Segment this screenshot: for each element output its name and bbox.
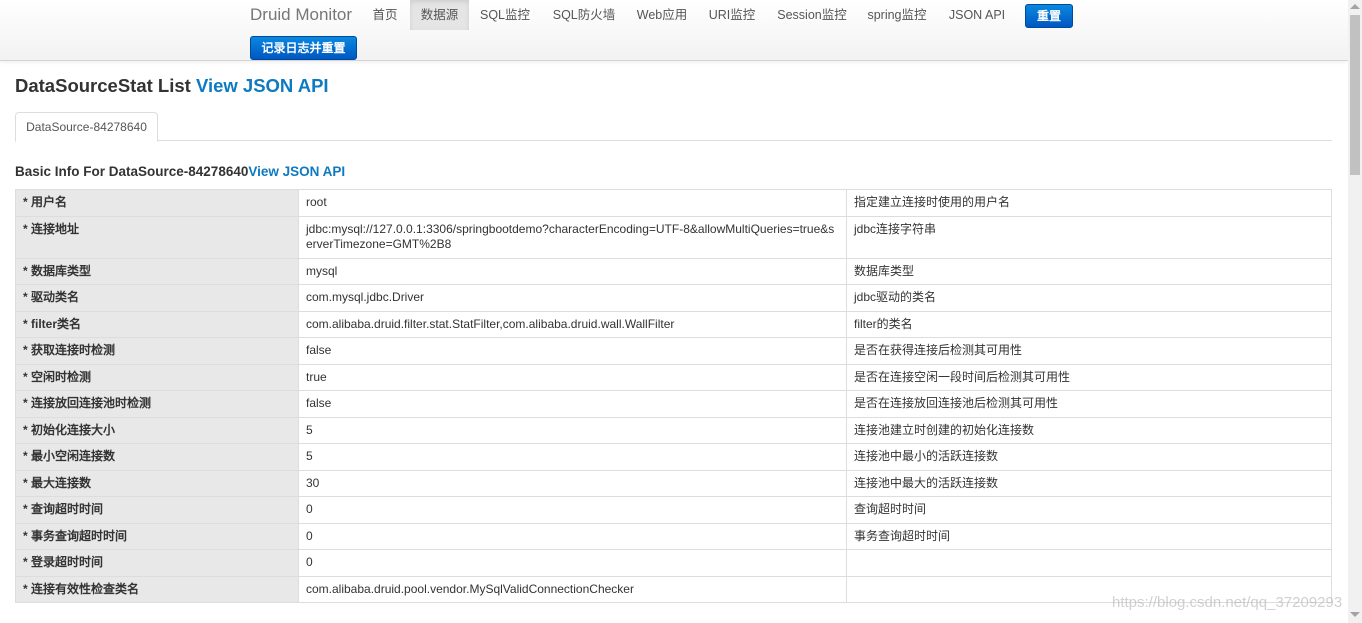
basic-info-title-text: Basic Info For DataSource-84278640: [15, 164, 249, 179]
table-row: * 事务查询超时时间 0 事务查询超时时间: [15, 522, 1332, 550]
basic-view-json-api-link[interactable]: View JSON API: [248, 164, 345, 179]
table-row: * filter类名 com.alibaba.druid.filter.stat…: [15, 310, 1332, 338]
row-key: * 空闲时检测: [15, 363, 299, 391]
row-value: 0: [298, 496, 847, 524]
nav-spring-monitor[interactable]: spring监控: [860, 0, 934, 30]
row-key: * 数据库类型: [15, 257, 299, 285]
brand-title[interactable]: Druid Monitor: [250, 5, 352, 25]
row-value: 0: [298, 522, 847, 550]
table-row: * 连接放回连接池时检测 false 是否在连接放回连接池后检测其可用性: [15, 390, 1332, 418]
row-key: * filter类名: [15, 310, 299, 338]
row-key: * 连接有效性检查类名: [15, 575, 299, 603]
scroll-up-arrow-icon[interactable]: [1350, 4, 1360, 9]
table-row: * 最大连接数 30 连接池中最大的活跃连接数: [15, 469, 1332, 497]
row-description: 连接池中最小的活跃连接数: [846, 443, 1332, 471]
row-key: * 用户名: [15, 189, 299, 217]
page-title-text: DataSourceStat List: [15, 75, 196, 96]
row-value: 30: [298, 469, 847, 497]
nav-home[interactable]: 首页: [364, 0, 406, 30]
reset-button[interactable]: 重置: [1025, 4, 1073, 28]
row-description: filter的类名: [846, 310, 1332, 338]
nav-web-app[interactable]: Web应用: [630, 0, 694, 30]
row-key: * 获取连接时检测: [15, 337, 299, 365]
table-row: * 查询超时时间 0 查询超时时间: [15, 496, 1332, 524]
nav-uri-monitor[interactable]: URI监控: [700, 0, 764, 30]
row-key: * 驱动类名: [15, 284, 299, 312]
row-value: false: [298, 390, 847, 418]
watermark-text: https://blog.csdn.net/qq_37209293: [1112, 594, 1343, 611]
top-navbar: Druid Monitor 首页 数据源 SQL监控 SQL防火墙 Web应用 …: [0, 0, 1348, 61]
scrollbar-thumb[interactable]: [1350, 15, 1360, 175]
row-key: * 连接地址: [15, 215, 299, 259]
nav-datasource[interactable]: 数据源: [410, 0, 469, 30]
table-row: * 获取连接时检测 false 是否在获得连接后检测其可用性: [15, 337, 1332, 365]
scroll-down-arrow-icon[interactable]: [1350, 612, 1360, 617]
row-description: 指定建立连接时使用的用户名: [846, 189, 1332, 217]
row-key: * 连接放回连接池时检测: [15, 390, 299, 418]
row-value: 5: [298, 416, 847, 444]
table-row: * 空闲时检测 true 是否在连接空闲一段时间后检测其可用性: [15, 363, 1332, 391]
row-key: * 登录超时时间: [15, 549, 299, 577]
table-row: * 初始化连接大小 5 连接池建立时创建的初始化连接数: [15, 416, 1332, 444]
row-description: 是否在获得连接后检测其可用性: [846, 337, 1332, 365]
row-key: * 初始化连接大小: [15, 416, 299, 444]
row-value: 0: [298, 549, 847, 577]
row-description: 事务查询超时时间: [846, 522, 1332, 550]
row-key: * 最小空闲连接数: [15, 443, 299, 471]
row-key: * 最大连接数: [15, 469, 299, 497]
nav-json-api[interactable]: JSON API: [940, 0, 1014, 30]
row-description: 数据库类型: [846, 257, 1332, 285]
row-description: jdbc连接字符串: [846, 215, 1332, 259]
tab-datasource[interactable]: DataSource-84278640: [15, 112, 158, 142]
row-value: root: [298, 189, 847, 217]
log-and-reset-button[interactable]: 记录日志并重置: [250, 36, 357, 60]
table-row: * 最小空闲连接数 5 连接池中最小的活跃连接数: [15, 443, 1332, 471]
row-description: 是否在连接放回连接池后检测其可用性: [846, 390, 1332, 418]
row-key: * 事务查询超时时间: [15, 522, 299, 550]
row-value: com.mysql.jdbc.Driver: [298, 284, 847, 312]
row-value: com.alibaba.druid.pool.vendor.MySqlValid…: [298, 575, 847, 603]
nav-sql-monitor[interactable]: SQL监控: [473, 0, 537, 30]
row-value: false: [298, 337, 847, 365]
basic-info-title: Basic Info For DataSource-84278640View J…: [15, 164, 345, 179]
nav-session-monitor[interactable]: Session监控: [770, 0, 854, 30]
row-value: jdbc:mysql://127.0.0.1:3306/springbootde…: [298, 215, 847, 259]
row-key: * 查询超时时间: [15, 496, 299, 524]
basic-info-table: * 用户名 root 指定建立连接时使用的用户名 * 连接地址 jdbc:mys…: [15, 189, 1332, 603]
nav-sql-firewall[interactable]: SQL防火墙: [543, 0, 625, 30]
page-title: DataSourceStat List View JSON API: [15, 75, 329, 97]
row-description: jdbc驱动的类名: [846, 284, 1332, 312]
row-description: [846, 549, 1332, 577]
row-value: com.alibaba.druid.filter.stat.StatFilter…: [298, 310, 847, 338]
table-row: * 驱动类名 com.mysql.jdbc.Driver jdbc驱动的类名: [15, 284, 1332, 312]
row-description: 是否在连接空闲一段时间后检测其可用性: [846, 363, 1332, 391]
row-description: 连接池建立时创建的初始化连接数: [846, 416, 1332, 444]
row-description: 连接池中最大的活跃连接数: [846, 469, 1332, 497]
row-value: 5: [298, 443, 847, 471]
tabs-divider: [15, 140, 1332, 141]
row-value: mysql: [298, 257, 847, 285]
table-row: * 数据库类型 mysql 数据库类型: [15, 257, 1332, 285]
page-scrollbar[interactable]: [1348, 0, 1362, 623]
view-json-api-link[interactable]: View JSON API: [196, 75, 329, 96]
table-row: * 连接地址 jdbc:mysql://127.0.0.1:3306/sprin…: [15, 215, 1332, 259]
row-description: 查询超时时间: [846, 496, 1332, 524]
row-value: true: [298, 363, 847, 391]
table-row: * 登录超时时间 0: [15, 549, 1332, 577]
table-row: * 用户名 root 指定建立连接时使用的用户名: [15, 189, 1332, 217]
